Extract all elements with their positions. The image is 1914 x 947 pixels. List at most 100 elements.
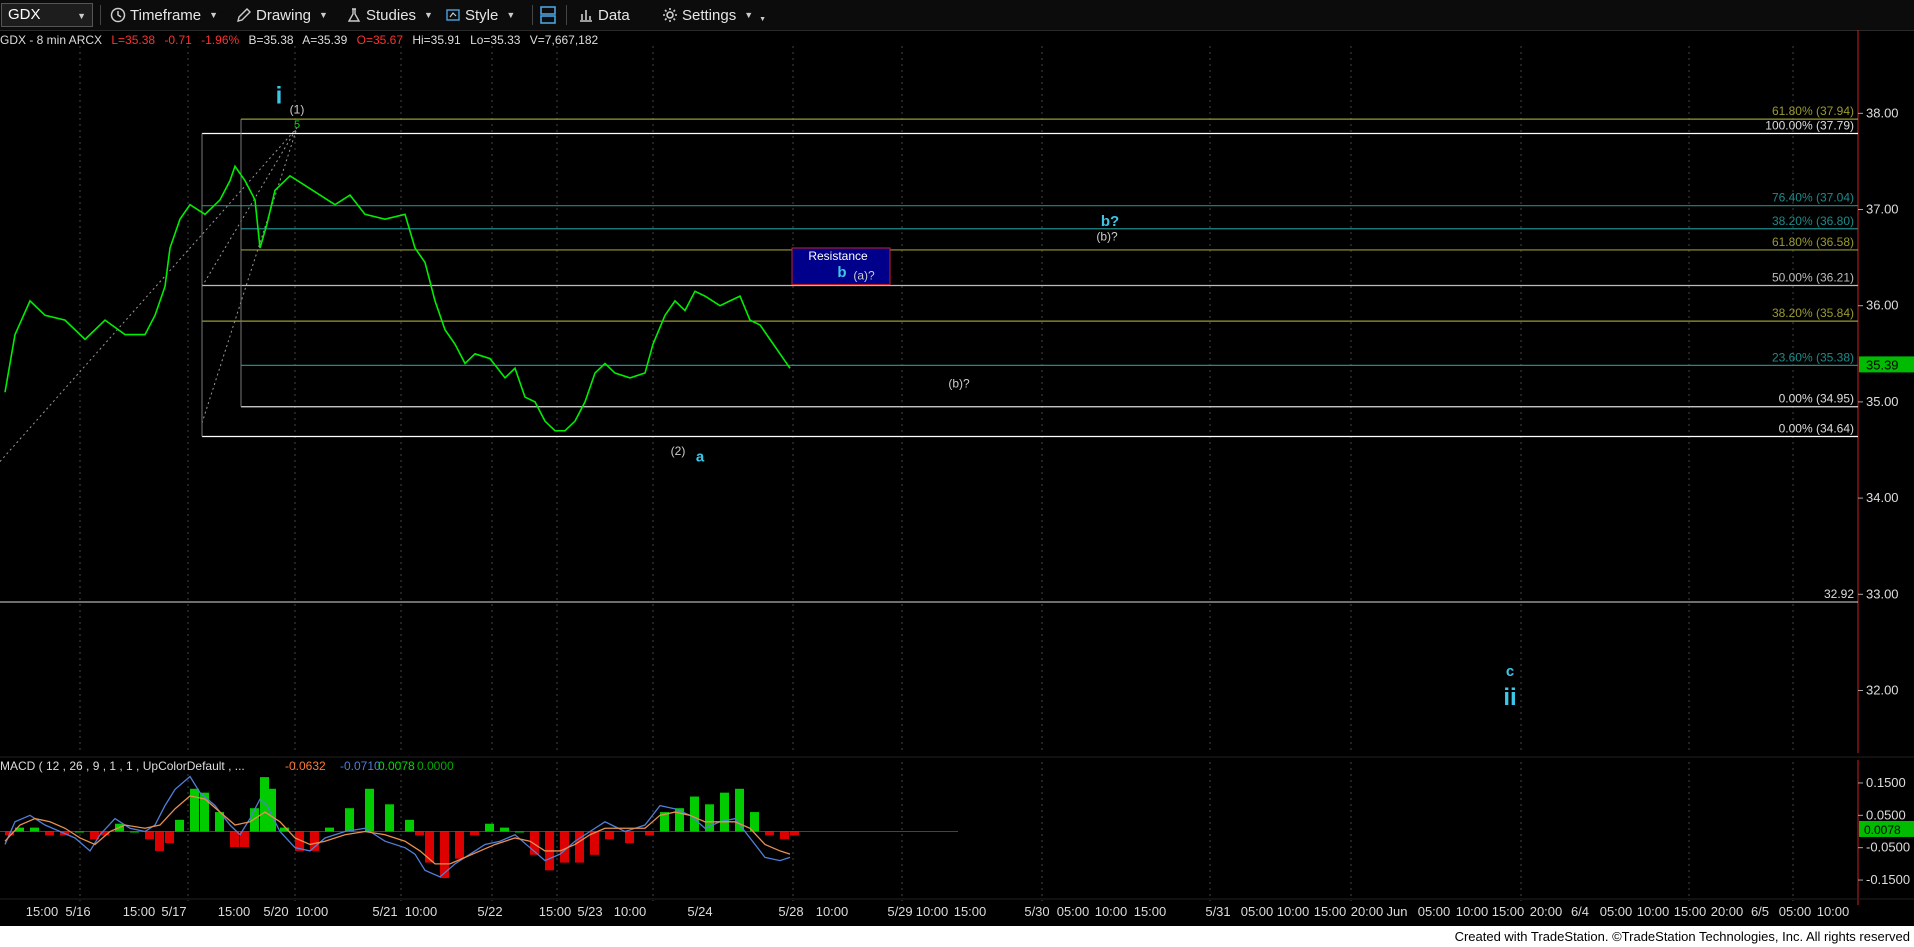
wave-label: b? <box>1101 213 1119 230</box>
time-axis-label: 15:00 <box>1674 904 1707 919</box>
fib-retracement-label: 76.40% (37.04) <box>1772 191 1854 205</box>
time-axis-label: 5/17 <box>161 904 186 919</box>
macd-histogram-bar <box>250 808 259 832</box>
time-axis-label: 10:00 <box>1277 904 1310 919</box>
time-axis-label: 15:00 <box>539 904 572 919</box>
macd-histogram-bar <box>145 831 154 840</box>
macd-histogram-bar <box>175 819 184 832</box>
wave-label: (b)? <box>1096 229 1118 243</box>
fib-retracement-label: 0.00% (34.95) <box>1779 392 1854 406</box>
time-axis-label: 05:00 <box>1779 904 1812 919</box>
macd-histogram-bar <box>267 788 276 832</box>
time-axis-label: 10:00 <box>405 904 438 919</box>
price-axis-label: 32.00 <box>1866 682 1899 697</box>
macd-histogram-bar <box>30 827 39 832</box>
time-axis-label: 5/28 <box>778 904 803 919</box>
macd-axis-label: 0.1500 <box>1866 775 1906 790</box>
macd-histogram-bar <box>425 831 434 863</box>
macd-current-label: 0.0078 <box>1864 823 1901 837</box>
macd-histogram-bar <box>405 819 414 832</box>
macd-histogram-bar <box>440 831 449 879</box>
time-axis-label: 10:00 <box>916 904 949 919</box>
fib-retracement-label: 61.80% (37.94) <box>1772 104 1854 118</box>
macd-histogram-bar <box>230 831 239 848</box>
time-axis-label: 20:00 <box>1711 904 1744 919</box>
time-axis-label: 6/5 <box>1751 904 1769 919</box>
time-axis-label: 5/22 <box>477 904 502 919</box>
time-axis-label: 05:00 <box>1418 904 1451 919</box>
wave-trendline <box>201 127 298 424</box>
fib-retracement-label: 100.00% (37.79) <box>1765 119 1854 133</box>
time-axis-label: 10:00 <box>1095 904 1128 919</box>
macd-histogram-bar <box>690 796 699 832</box>
time-axis-label: 05:00 <box>1600 904 1633 919</box>
time-axis-label: 5/29 <box>887 904 912 919</box>
time-axis-label: 05:00 <box>1241 904 1274 919</box>
wave-label: b <box>837 264 846 281</box>
time-axis-label: 10:00 <box>614 904 647 919</box>
wave-label: i <box>276 83 283 110</box>
current-price-label: 35.39 <box>1866 357 1899 372</box>
fib-retracement-label: 23.60% (35.38) <box>1772 350 1854 364</box>
wave-label: c <box>1506 663 1514 680</box>
price-axis-label: 36.00 <box>1866 298 1899 313</box>
price-axis-label: 38.00 <box>1866 105 1899 120</box>
macd-histogram-bar <box>485 823 494 832</box>
time-axis-label: 15:00 <box>218 904 251 919</box>
macd-histogram-bar <box>240 831 249 848</box>
time-axis-label: 5/21 <box>372 904 397 919</box>
macd-histogram-bar <box>470 831 479 836</box>
support-line-label: 32.92 <box>1824 587 1854 601</box>
time-axis-label: 10:00 <box>1456 904 1489 919</box>
time-axis-label: 10:00 <box>1637 904 1670 919</box>
macd-histogram-bar <box>780 831 789 840</box>
wave-label: (b)? <box>948 376 970 390</box>
wave-trendline <box>201 127 298 287</box>
macd-histogram-bar <box>455 831 464 859</box>
macd-axis-label: -0.1500 <box>1866 872 1910 887</box>
time-axis-label: 10:00 <box>816 904 849 919</box>
price-axis-label: 35.00 <box>1866 394 1899 409</box>
time-axis-label: 20:00 <box>1530 904 1563 919</box>
fib-retracement-label: 38.20% (36.80) <box>1772 214 1854 228</box>
fib-retracement-label: 38.20% (35.84) <box>1772 306 1854 320</box>
macd-histogram-bar <box>345 808 354 832</box>
time-axis-label: 5/16 <box>65 904 90 919</box>
time-axis-label: 5/24 <box>687 904 712 919</box>
price-chart[interactable]: 38.00 37.00 36.00 35.00 34.00 33.00 32.00 61.80… <box>0 0 1914 926</box>
macd-histogram-bar <box>750 812 759 832</box>
macd-histogram-bar <box>45 831 54 836</box>
macd-histogram-bar <box>325 827 334 832</box>
macd-value: 0.0078 <box>378 759 415 773</box>
macd-histogram-bar <box>165 831 174 844</box>
time-axis-label: 15:00 <box>123 904 156 919</box>
macd-axis-label: -0.0500 <box>1866 840 1910 855</box>
time-axis-label: 5/31 <box>1205 904 1230 919</box>
price-axis-label: 34.00 <box>1866 490 1899 505</box>
macd-histogram-bar <box>645 831 654 836</box>
time-axis-label: 15:00 <box>26 904 59 919</box>
macd-value: -0.0632 <box>285 759 326 773</box>
macd-histogram-bar <box>500 827 509 832</box>
macd-histogram-bar <box>415 831 424 836</box>
macd-histogram-bar <box>155 831 164 851</box>
time-axis-label: 5/23 <box>577 904 602 919</box>
time-axis-label: 10:00 <box>1817 904 1850 919</box>
time-axis-label: 05:00 <box>1057 904 1090 919</box>
wave-label: 5 <box>294 119 300 131</box>
macd-histogram-bar <box>310 831 319 851</box>
price-axis-label: 37.00 <box>1866 202 1899 217</box>
time-axis-label: 5/30 <box>1024 904 1049 919</box>
copyright-text: Created with TradeStation. ©TradeStation… <box>1454 929 1910 944</box>
macd-histogram-bar <box>790 831 799 836</box>
macd-value: 0.0000 <box>417 759 454 773</box>
time-axis-label: 15:00 <box>1134 904 1167 919</box>
wave-label: a <box>696 449 705 466</box>
resistance-box-label: Resistance <box>808 249 868 263</box>
wave-label: (a)? <box>853 269 875 283</box>
time-axis-label: 10:00 <box>296 904 329 919</box>
macd-histogram-bar <box>720 792 729 832</box>
macd-label: MACD ( 12 , 26 , 9 , 1 , 1 , UpColorDefa… <box>0 759 245 773</box>
time-axis-label: 15:00 <box>1492 904 1525 919</box>
wave-label: (2) <box>671 444 686 458</box>
